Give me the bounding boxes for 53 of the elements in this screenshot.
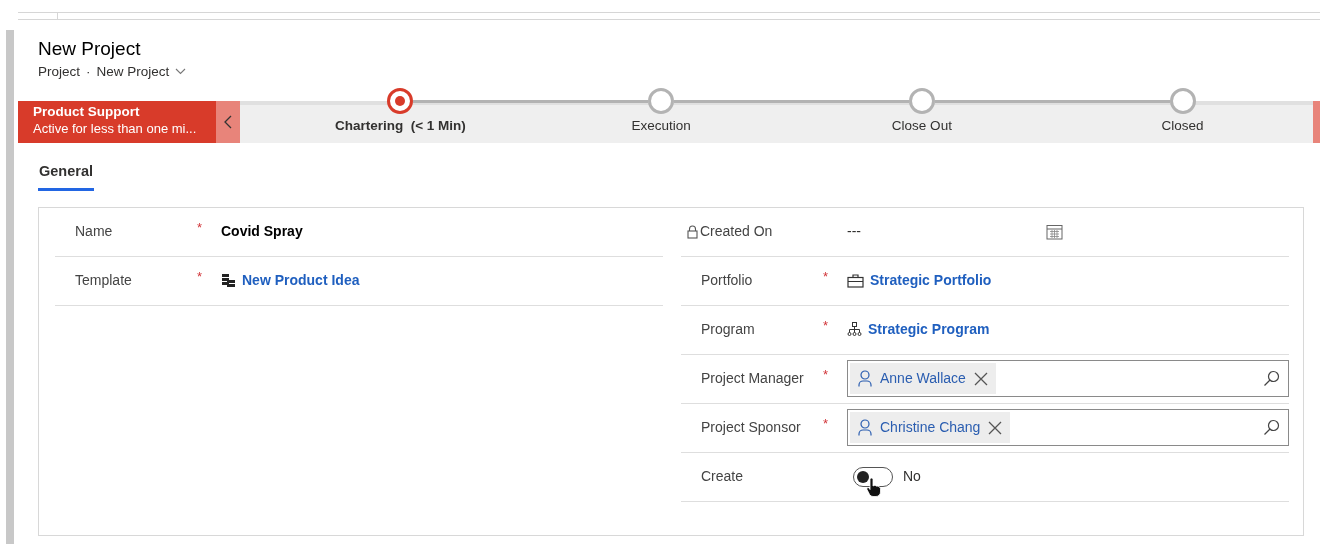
hand-cursor-icon <box>866 476 882 497</box>
remove-button[interactable] <box>988 420 1003 435</box>
briefcase-icon <box>847 273 864 288</box>
lookup-link[interactable]: New Product Idea <box>242 270 360 292</box>
process-flyout[interactable]: Product Support Active for less than one mi... <box>18 101 216 144</box>
form-tab[interactable]: General <box>38 159 94 191</box>
chevron-down-icon[interactable] <box>175 68 187 76</box>
process-status: Active for less than one mi... <box>33 120 198 138</box>
field-label: Name <box>75 222 113 242</box>
field-label: Project Manager <box>701 369 804 389</box>
form-selector[interactable]: New Project <box>96 61 170 83</box>
next-stage-edge <box>1313 101 1320 144</box>
field-label: Portfolio <box>701 271 753 291</box>
collapse-button[interactable] <box>216 101 240 144</box>
person-icon <box>858 419 872 437</box>
calendar-button[interactable] <box>1046 223 1063 240</box>
required-marker: * <box>823 367 829 383</box>
lookup-link[interactable]: Strategic Program <box>868 319 990 341</box>
field-value: Covid Spray <box>221 222 303 242</box>
page-title: New Project <box>38 38 142 61</box>
toggle-switch[interactable] <box>853 466 893 487</box>
field-label: Program <box>701 320 755 340</box>
field-label: Created On <box>700 222 773 242</box>
required-marker: * <box>197 220 203 236</box>
toggle-value: No <box>903 467 921 487</box>
lookup-link[interactable]: Strategic Portfolio <box>870 270 992 292</box>
required-marker: * <box>823 318 829 334</box>
stage-label[interactable]: Close Out <box>891 116 952 137</box>
chevron-left-icon <box>224 115 232 130</box>
date-value: --- <box>847 222 861 242</box>
lookup-field[interactable]: Anne Wallace <box>847 360 1289 398</box>
required-marker: * <box>823 269 829 285</box>
stage-label[interactable]: Closed <box>1161 116 1204 137</box>
separator-dot: · <box>86 62 91 81</box>
required-marker: * <box>823 416 829 432</box>
stage-node[interactable] <box>648 88 675 115</box>
stage-node[interactable] <box>387 88 414 115</box>
entity-name: Project <box>38 62 81 81</box>
scrollbar[interactable] <box>6 30 14 544</box>
remove-button[interactable] <box>973 371 988 386</box>
process-name: Product Support <box>33 104 141 121</box>
hierarchy-icon <box>847 322 862 338</box>
required-marker: * <box>197 269 203 285</box>
lookup-field[interactable]: Christine Chang <box>847 409 1289 447</box>
stage-label[interactable]: Execution <box>631 116 691 137</box>
stage-node[interactable] <box>1169 88 1196 115</box>
template-icon <box>221 273 236 289</box>
stage-node[interactable] <box>908 88 935 115</box>
field-label: Project Sponsor <box>701 418 801 438</box>
field-label: Template <box>75 271 132 291</box>
field-label: Create <box>701 467 744 487</box>
person-icon <box>858 370 872 388</box>
stage-label[interactable]: Chartering (< 1 Min) <box>334 116 466 137</box>
